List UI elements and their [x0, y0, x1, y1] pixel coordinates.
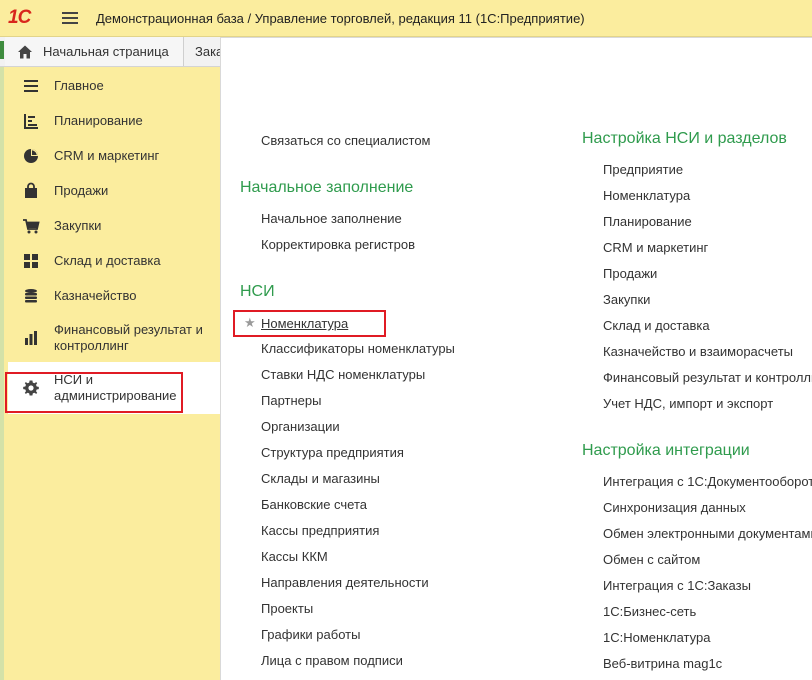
sidebar-item-main[interactable]: Главное	[8, 76, 220, 96]
link-nsi-item[interactable]: Лица с правом подписи	[261, 653, 403, 668]
sidebar-item-label: Склад и доставка	[54, 253, 161, 268]
shopping-bag-icon	[25, 182, 37, 198]
sidebar-item-crm[interactable]: CRM и маркетинг	[8, 146, 220, 166]
link-integration-item[interactable]: 1С:Номенклатура	[603, 630, 710, 645]
link-nsi-item[interactable]: Партнеры	[261, 393, 321, 408]
link-settings-item[interactable]: Финансовый результат и контроллинг	[603, 370, 812, 385]
sidebar-item-label: НСИ и администрирование	[54, 372, 177, 403]
favorite-star-icon[interactable]: ★	[244, 315, 256, 331]
section-title-integration: Настройка интеграции	[582, 442, 750, 459]
link-nsi-item[interactable]: Банковские счета	[261, 497, 367, 512]
link-settings-item[interactable]: Казначейство и взаиморасчеты	[603, 344, 793, 359]
sidebar-item-label: Закупки	[54, 218, 102, 233]
sidebar-item-treasury[interactable]: Казначейство	[8, 286, 220, 306]
sidebar-item-label: Финансовый результат и контроллинг	[54, 322, 203, 353]
link-settings-item[interactable]: Предприятие	[603, 162, 683, 177]
menu-lines-icon	[24, 80, 38, 92]
sidebar-item-label: Продажи	[54, 183, 109, 198]
bar-chart-icon	[25, 331, 37, 345]
link-nsi-item[interactable]: Кассы ККМ	[261, 549, 328, 564]
sidebar-item-label: Главное	[54, 78, 104, 93]
app-title: Демонстрационная база / Управление торго…	[96, 10, 585, 26]
title-bar: 1С Демонстрационная база / Управление то…	[0, 0, 812, 37]
link-nsi-item[interactable]: Графики работы	[261, 627, 360, 642]
tab-home-page[interactable]: Начальная страница	[5, 37, 184, 66]
app-window: 1С Демонстрационная база / Управление то…	[0, 0, 812, 680]
section-title-settings: Настройка НСИ и разделов	[582, 130, 787, 147]
link-nsi-item[interactable]: Склады и магазины	[261, 471, 380, 486]
coins-icon	[25, 289, 37, 303]
link-nsi-item[interactable]: Кассы предприятия	[261, 523, 379, 538]
planning-icon	[24, 114, 38, 129]
link-adjust-registers[interactable]: Корректировка регистров	[261, 237, 415, 252]
link-integration-item[interactable]: Веб-витрина mag1c	[603, 656, 722, 671]
panel-marker	[0, 41, 4, 59]
tab-home-label: Начальная страница	[43, 44, 169, 59]
link-settings-item[interactable]: Закупки	[603, 292, 650, 307]
link-nomenclature[interactable]: Номенклатура	[261, 316, 348, 331]
home-icon	[18, 45, 32, 58]
link-nsi-item[interactable]: Проекты	[261, 601, 313, 616]
warehouse-grid-icon	[24, 254, 38, 268]
sidebar-item-nsi-admin[interactable]: НСИ и администрирование	[8, 362, 220, 414]
tab-order[interactable]: Заказ	[184, 37, 220, 66]
link-contact-specialist[interactable]: Связаться со специалистом	[261, 133, 431, 148]
sidebar-item-label: CRM и маркетинг	[54, 148, 160, 163]
link-integration-item[interactable]: Обмен с сайтом	[603, 552, 700, 567]
sidebar-item-planning[interactable]: Планирование	[8, 111, 220, 131]
link-settings-item[interactable]: CRM и маркетинг	[603, 240, 708, 255]
link-integration-item[interactable]: Интеграция с 1С:Документооборотом	[603, 474, 812, 489]
link-settings-item[interactable]: Планирование	[603, 214, 692, 229]
link-integration-item[interactable]: Синхронизация данных	[603, 500, 746, 515]
section-title-nsi: НСИ	[240, 283, 275, 300]
link-nsi-item[interactable]: Структура предприятия	[261, 445, 404, 460]
sidebar-item-sales[interactable]: Продажи	[8, 181, 220, 201]
link-integration-item[interactable]: 1С:Бизнес-сеть	[603, 604, 696, 619]
sidebar-edge	[0, 67, 4, 680]
cart-icon	[23, 219, 40, 234]
link-nsi-item[interactable]: Направления деятельности	[261, 575, 429, 590]
gear-icon	[23, 380, 39, 396]
link-nsi-item[interactable]: Классификаторы номенклатуры	[261, 341, 455, 356]
link-settings-item[interactable]: Номенклатура	[603, 188, 690, 203]
link-nsi-item[interactable]: Организации	[261, 419, 340, 434]
sidebar-item-label: Планирование	[54, 113, 143, 128]
link-integration-item[interactable]: Обмен электронными документами	[603, 526, 812, 541]
link-integration-item[interactable]: Интеграция с 1С:Заказы	[603, 578, 751, 593]
link-settings-item[interactable]: Продажи	[603, 266, 657, 281]
link-settings-item[interactable]: Учет НДС, импорт и экспорт	[603, 396, 773, 411]
sidebar-item-label: Казначейство	[54, 288, 137, 303]
section-title-initial-fill: Начальное заполнение	[240, 179, 414, 196]
sidebar-item-warehouse[interactable]: Склад и доставка	[8, 251, 220, 271]
logo-1c: 1С	[8, 7, 31, 28]
link-settings-item[interactable]: Склад и доставка	[603, 318, 710, 333]
hamburger-menu-icon[interactable]	[62, 12, 78, 24]
sidebar-item-financial-result[interactable]: Финансовый результат и контроллинг	[8, 320, 220, 356]
pie-chart-icon	[24, 149, 38, 163]
link-nsi-item[interactable]: Ставки НДС номенклатуры	[261, 367, 425, 382]
sidebar-item-purchases[interactable]: Закупки	[8, 216, 220, 236]
link-initial-fill[interactable]: Начальное заполнение	[261, 211, 402, 226]
